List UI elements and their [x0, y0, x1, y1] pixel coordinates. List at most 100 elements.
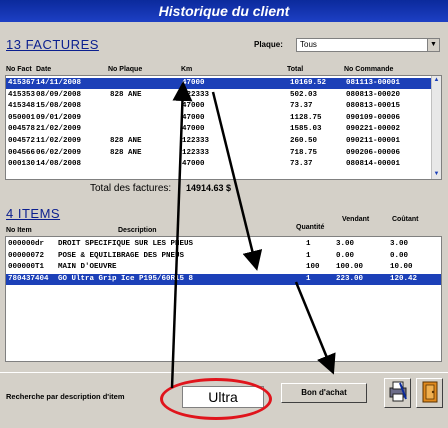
- table-cell: 14/08/2008: [36, 160, 82, 169]
- factures-section-label: 13 FACTURES: [6, 37, 99, 52]
- factures-col-header[interactable]: No Plaque: [108, 66, 142, 73]
- table-cell: GO Ultra Grip Ice P195/60R15 8: [58, 274, 194, 283]
- close-button[interactable]: [416, 378, 443, 408]
- table-cell: 122333: [182, 90, 210, 99]
- items-col-header[interactable]: Vendant: [342, 216, 369, 223]
- factures-col-header[interactable]: No Commande: [344, 66, 393, 73]
- table-cell: 415353: [8, 90, 36, 99]
- factures-col-header[interactable]: Km: [181, 66, 192, 73]
- table-cell: 260.50: [290, 137, 318, 145]
- table-cell: 080814-00001: [346, 160, 401, 169]
- table-cell: 47000: [182, 102, 205, 111]
- table-cell: 11/02/2009: [36, 137, 82, 145]
- table-cell: 47000: [182, 160, 205, 169]
- table-cell: 47000: [182, 79, 205, 87]
- table-cell: 090206-00006: [346, 148, 401, 157]
- scroll-up-icon[interactable]: ▲: [432, 76, 441, 85]
- table-cell: 1585.03: [290, 125, 322, 134]
- plaque-label: Plaque:: [254, 40, 283, 49]
- table-cell: 100.00: [336, 263, 364, 272]
- table-cell: 06/02/2009: [36, 148, 82, 157]
- table-cell: 502.03: [290, 90, 318, 99]
- print-button[interactable]: [384, 378, 411, 408]
- table-cell: 10169.52: [290, 79, 327, 87]
- table-row[interactable]: 000000T1 MAIN D'OEUVRE 100 100.00 10.00: [6, 262, 441, 273]
- table-cell: 122333: [182, 137, 210, 145]
- table-cell: 0.00: [390, 251, 409, 260]
- table-cell: 081113-00001: [346, 79, 401, 87]
- table-cell: 004572: [8, 137, 36, 145]
- total-label: Total des factures:: [90, 183, 172, 194]
- table-cell: 21/02/2009: [36, 125, 82, 134]
- search-label: Recherche par description d'item: [6, 392, 125, 401]
- plaque-select[interactable]: Tous ▼: [296, 38, 440, 52]
- table-cell: 47000: [182, 125, 205, 134]
- factures-col-header[interactable]: Total: [287, 66, 303, 73]
- table-cell: 090211-00001: [346, 137, 401, 145]
- table-row[interactable]: 000130 14/08/2008 47000 73.37 080814-00001: [6, 159, 441, 170]
- items-section-label: 4 ITEMS: [6, 206, 61, 221]
- table-cell: 09/01/2009: [36, 113, 82, 122]
- table-cell: 080813-00015: [346, 102, 401, 111]
- table-row[interactable]: 004566 06/02/2009 828 ANE 122333 718.75 09020…: [6, 148, 441, 159]
- chevron-down-icon[interactable]: ▼: [427, 39, 439, 51]
- table-row[interactable]: 004572 11/02/2009 828 ANE 122333 260.50 09021…: [6, 136, 441, 147]
- table-cell: 120.42: [390, 274, 418, 283]
- table-cell: 223.00: [336, 274, 364, 283]
- table-cell: 1128.75: [290, 113, 322, 122]
- table-cell: 090109-00006: [346, 113, 401, 122]
- table-row[interactable]: 000000dr DROIT SPECIFIQUE SUR LES PNEUS 1 3…: [6, 239, 441, 250]
- total-value: 14914.63 $: [186, 183, 232, 193]
- scroll-down-icon[interactable]: ▼: [432, 170, 441, 179]
- items-col-header[interactable]: Coûtant: [392, 216, 418, 223]
- table-row[interactable]: 415353 08/09/2008 828 ANE 122333 502.03 08081…: [6, 90, 441, 101]
- table-cell: 3.00: [336, 240, 355, 248]
- table-cell: DROIT SPECIFIQUE SUR LES PNEUS: [58, 240, 194, 248]
- search-input[interactable]: Ultra: [182, 386, 264, 408]
- table-row[interactable]: 050001 09/01/2009 47000 1128.75 090109-00006: [6, 113, 441, 124]
- table-cell: 415348: [8, 102, 36, 111]
- table-cell: 828 ANE: [110, 90, 142, 99]
- factures-col-header[interactable]: No Fact: [6, 66, 32, 73]
- factures-scrollbar[interactable]: ▲ ▼: [431, 76, 441, 179]
- table-cell: 828 ANE: [110, 148, 142, 157]
- table-cell: MAIN D'OEUVRE: [58, 263, 117, 272]
- table-cell: 1: [306, 251, 311, 260]
- table-cell: 000000dr: [8, 240, 45, 248]
- table-cell: POSE & EQUILIBRAGE DES PNEUS: [58, 251, 185, 260]
- table-row[interactable]: 415367 14/11/2008 47000 10169.52 081113-0000…: [6, 78, 441, 89]
- table-cell: 1: [306, 274, 311, 283]
- table-cell: 004566: [8, 148, 36, 157]
- window-title: Historique du client: [0, 0, 448, 22]
- items-col-header[interactable]: No Item: [6, 227, 32, 234]
- table-cell: 08/09/2008: [36, 90, 82, 99]
- table-cell: 14/11/2008: [36, 79, 82, 87]
- table-cell: 73.37: [290, 160, 313, 169]
- table-cell: 415367: [8, 79, 36, 87]
- table-cell: 004578: [8, 125, 36, 134]
- table-cell: 00000072: [8, 251, 45, 260]
- table-cell: 122333: [182, 148, 210, 157]
- table-cell: 73.37: [290, 102, 313, 111]
- table-cell: 100: [306, 263, 320, 272]
- table-row[interactable]: 004578 21/02/2009 47000 1585.03 090221-00002: [6, 124, 441, 135]
- bon-achat-button[interactable]: Bon d'achat: [281, 383, 367, 403]
- items-col-header[interactable]: Quantité: [296, 224, 324, 231]
- table-cell: 1: [306, 240, 311, 248]
- table-row[interactable]: 415348 15/08/2008 47000 73.37 080813-00015: [6, 101, 441, 112]
- items-col-header[interactable]: Description: [118, 227, 157, 234]
- factures-col-header[interactable]: Date: [36, 66, 51, 73]
- table-cell: 10.00: [390, 263, 413, 272]
- table-cell: 780437404: [8, 274, 49, 283]
- annotation-arrows: [170, 81, 336, 389]
- table-row[interactable]: 780437404 GO Ultra Grip Ice P195/60R15 8 1…: [6, 273, 441, 285]
- factures-table[interactable]: 415367 14/11/2008 47000 10169.52 081113-0000…: [5, 75, 442, 180]
- table-cell: 0.00: [336, 251, 355, 260]
- items-table[interactable]: 000000dr DROIT SPECIFIQUE SUR LES PNEUS 1 3…: [5, 236, 442, 362]
- table-cell: 080813-00020: [346, 90, 401, 99]
- table-cell: 47000: [182, 113, 205, 122]
- table-row[interactable]: 00000072 POSE & EQUILIBRAGE DES PNEUS 1 0.0…: [6, 251, 441, 262]
- table-cell: 3.00: [390, 240, 409, 248]
- table-cell: 000130: [8, 160, 36, 169]
- printer-icon: [389, 381, 407, 402]
